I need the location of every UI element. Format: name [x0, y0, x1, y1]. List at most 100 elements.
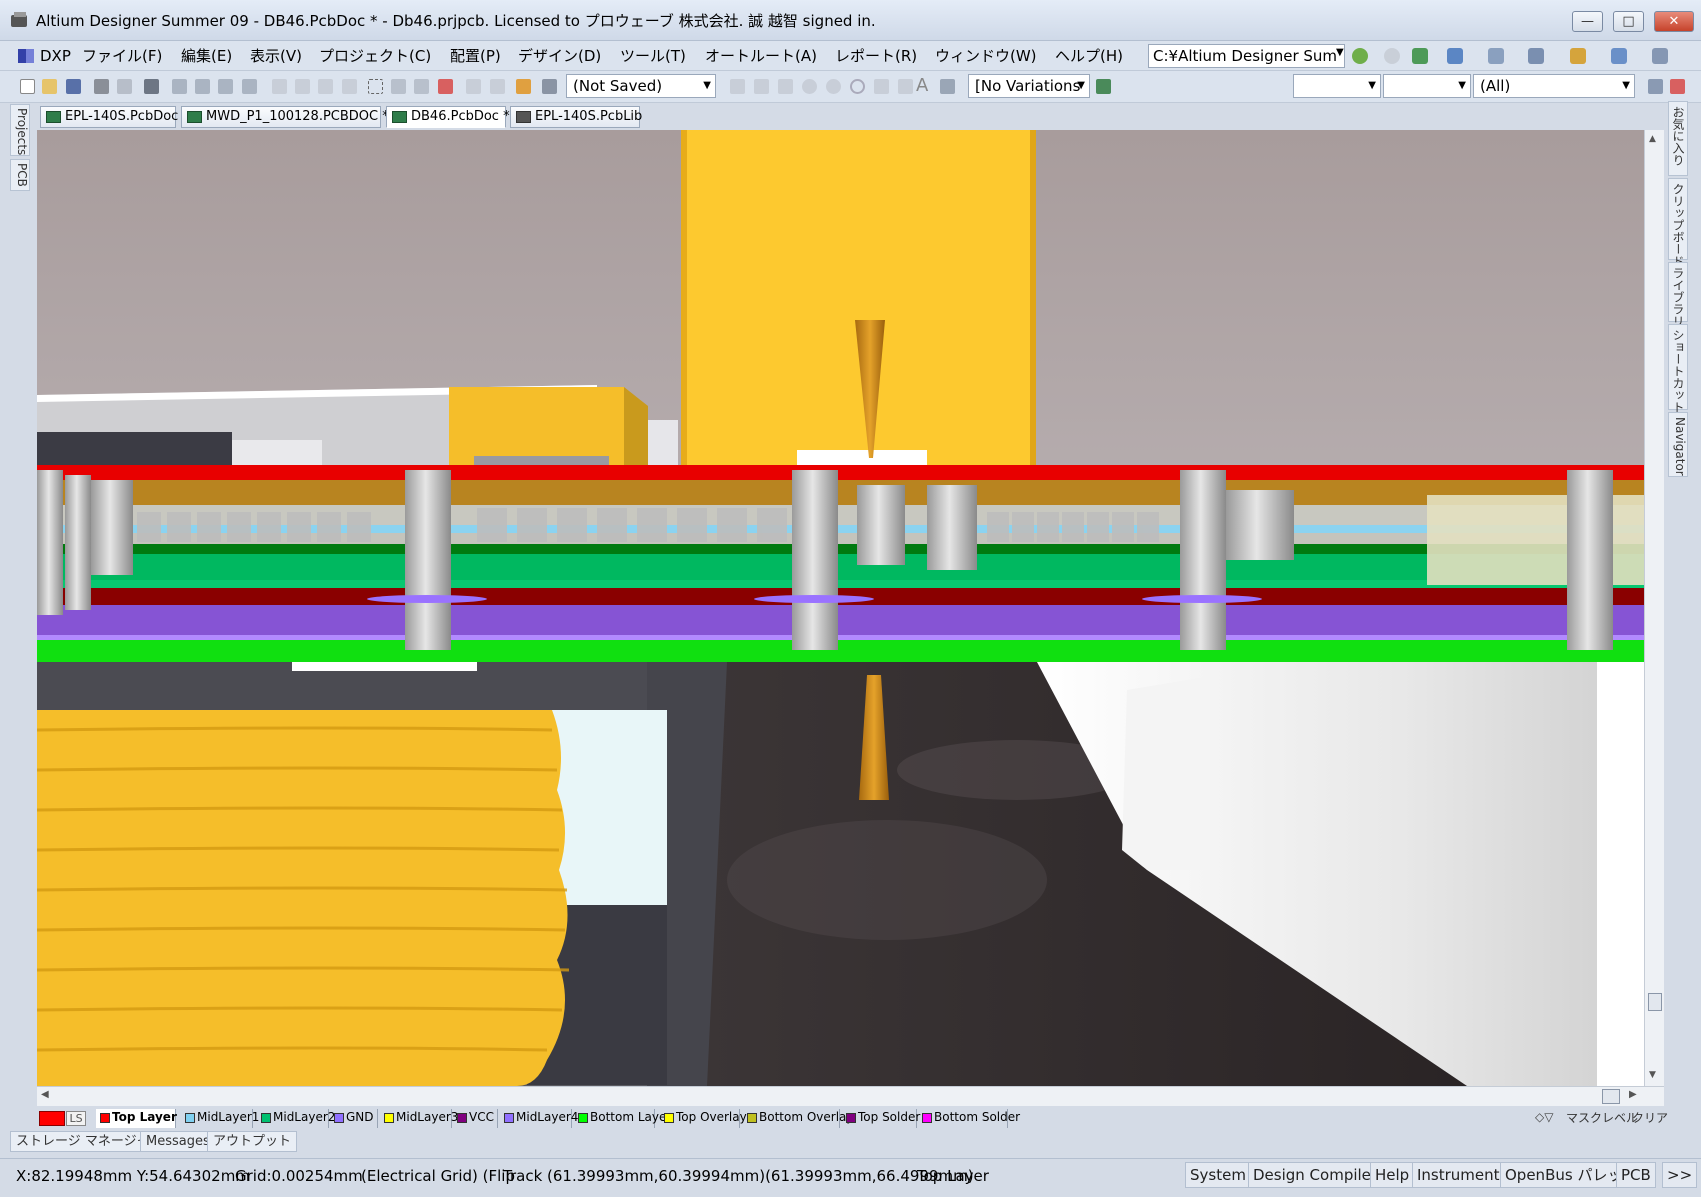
route-diff-icon[interactable] [754, 79, 769, 94]
horizontal-scrollbar[interactable]: ◀ ▶ [37, 1086, 1664, 1106]
layer-tab-bottom-overlay[interactable]: Bottom Overlay [743, 1109, 853, 1128]
scroll-thumb[interactable] [1648, 993, 1662, 1011]
route-icon[interactable] [730, 79, 745, 94]
maximize-button[interactable]: □ [1613, 11, 1644, 32]
panel-tab-shortcuts[interactable]: ショートカット [1668, 324, 1688, 413]
apply-filter-icon[interactable] [1648, 79, 1663, 94]
menu-design[interactable]: デザイン(D) [518, 41, 601, 71]
hscroll-thumb[interactable] [1602, 1089, 1620, 1104]
panel-tab-projects[interactable]: Projects [10, 104, 30, 156]
layer-tab-midlayer3[interactable]: MidLayer3 [380, 1109, 458, 1128]
layer-tab-midlayer1[interactable]: MidLayer1 [181, 1109, 259, 1128]
panel-tab-pcb[interactable]: PCB [10, 159, 30, 191]
layer-tab-midlayer4[interactable]: MidLayer4 [500, 1109, 578, 1128]
menu-window[interactable]: ウィンドウ(W) [935, 41, 1037, 71]
copy-icon[interactable] [295, 79, 310, 94]
menu-reports[interactable]: レポート(R) [835, 41, 917, 71]
pcb-3d-view[interactable] [37, 130, 1644, 1086]
back-icon[interactable] [1352, 48, 1368, 64]
layer-set-button[interactable]: LS [66, 1111, 86, 1126]
project-path-combo[interactable]: C:¥Altium Designer Sum [1148, 44, 1345, 68]
layer-icon[interactable] [1570, 48, 1586, 64]
scroll-up-icon[interactable]: ▲ [1649, 134, 1656, 144]
menu-autoroute[interactable]: オートルート(A) [705, 41, 817, 71]
highlight-icon[interactable] [516, 79, 531, 94]
variations-combo[interactable]: [No Variations ▼ [968, 74, 1090, 98]
layer-tab-midlayer2[interactable]: MidLayer2 [257, 1109, 335, 1128]
forward-icon[interactable] [1384, 48, 1400, 64]
zoom-filter-icon[interactable] [242, 79, 257, 94]
save-state-combo[interactable]: (Not Saved) ▼ [566, 74, 716, 98]
panel-tab-libraries[interactable]: ライブラリ [1668, 262, 1688, 327]
layer-tab-bottom-solder[interactable]: Bottom Solder [918, 1109, 1020, 1128]
panel-tab-navigator[interactable]: Navigator [1668, 412, 1688, 477]
pad-icon[interactable] [802, 79, 817, 94]
arc-icon[interactable] [850, 79, 865, 94]
save-icon[interactable] [66, 79, 81, 94]
panel-tab-storage-manager[interactable]: ストレージ マネージャ [10, 1131, 155, 1152]
menu-project[interactable]: プロジェクト(C) [319, 41, 431, 71]
move-icon[interactable] [391, 79, 406, 94]
layer-scroll-icon[interactable]: ◇▽ [1535, 1110, 1553, 1124]
chart-icon[interactable] [1447, 48, 1463, 64]
scroll-right-icon[interactable]: ▶ [1629, 1089, 1637, 1100]
status-button-system[interactable]: System [1185, 1162, 1251, 1188]
menu-tools[interactable]: ツール(T) [620, 41, 686, 71]
chevron-down-icon[interactable]: ▼ [1336, 47, 1344, 58]
text-icon[interactable] [1528, 48, 1544, 64]
scroll-down-icon[interactable]: ▼ [1649, 1070, 1656, 1080]
layer-tab-bottom-layer[interactable]: Bottom Layer [574, 1109, 671, 1128]
grid-icon[interactable] [1652, 48, 1668, 64]
browse-icon[interactable] [542, 79, 557, 94]
layer-tab-top-solder[interactable]: Top Solder [842, 1109, 920, 1128]
string-icon[interactable]: A [916, 75, 928, 96]
menu-view[interactable]: 表示(V) [250, 41, 302, 71]
layer-tab-vcc[interactable]: VCC [453, 1109, 498, 1128]
deselect-icon[interactable] [414, 79, 429, 94]
paste-icon[interactable] [318, 79, 333, 94]
layer-tab-top-overlay[interactable]: Top Overlay [660, 1109, 747, 1128]
route-multi-icon[interactable] [778, 79, 793, 94]
mask-level-button[interactable]: マスクレベル [1566, 1109, 1638, 1126]
filter-combo-2[interactable]: ▼ [1383, 74, 1471, 98]
current-layer-swatch[interactable] [39, 1111, 65, 1126]
via-icon[interactable] [826, 79, 841, 94]
report-icon[interactable] [1488, 48, 1504, 64]
status-button-help[interactable]: Help [1370, 1162, 1415, 1188]
rubber-stamp-icon[interactable] [342, 79, 357, 94]
zoom-selected-icon[interactable] [218, 79, 233, 94]
filter-all-combo[interactable]: (All) ▼ [1473, 74, 1635, 98]
panel-tab-output[interactable]: アウトプット [207, 1131, 298, 1152]
3d-view-icon[interactable] [144, 79, 159, 94]
status-button-more[interactable]: >> [1662, 1162, 1698, 1188]
panel-tab-messages[interactable]: Messages [140, 1131, 216, 1152]
print-icon[interactable] [94, 79, 109, 94]
clear-button[interactable]: クリア [1632, 1109, 1668, 1126]
zoom-fit-icon[interactable] [172, 79, 187, 94]
vertical-scrollbar[interactable]: ▲ ▼ [1644, 130, 1664, 1086]
menu-file[interactable]: ファイル(F) [82, 41, 162, 71]
minimize-button[interactable]: — [1572, 11, 1603, 32]
doc-tab-db46-pcbdoc[interactable]: DB46.PcbDoc * [386, 106, 510, 128]
variant-icon[interactable] [1096, 79, 1111, 94]
panel-tab-clipboard[interactable]: クリップボード [1668, 178, 1688, 267]
redo-icon[interactable] [490, 79, 505, 94]
polygon-icon[interactable] [898, 79, 913, 94]
menu-dxp[interactable]: DXP [40, 41, 71, 71]
doc-tab-epl140s-pcbdoc[interactable]: EPL-140S.PcbDoc [40, 106, 178, 128]
component-icon[interactable] [940, 79, 955, 94]
menu-edit[interactable]: 編集(E) [181, 41, 232, 71]
layer-tab-top-layer[interactable]: Top Layer [96, 1109, 177, 1128]
clear-filter-icon[interactable] [1670, 79, 1685, 94]
open-icon[interactable] [42, 79, 57, 94]
layer-tab-gnd[interactable]: GND [330, 1109, 378, 1128]
close-button[interactable]: ✕ [1654, 11, 1694, 32]
undo-icon[interactable] [466, 79, 481, 94]
menu-place[interactable]: 配置(P) [450, 41, 501, 71]
home-icon[interactable] [1412, 48, 1428, 64]
panel-tab-favorites[interactable]: お気に入り [1668, 101, 1688, 176]
doc-tab-mwd-pcbdoc[interactable]: MWD_P1_100128.PCBDOC * [181, 106, 389, 128]
print-preview-icon[interactable] [117, 79, 132, 94]
clear-icon[interactable] [438, 79, 453, 94]
status-button-instruments[interactable]: Instruments [1412, 1162, 1513, 1188]
